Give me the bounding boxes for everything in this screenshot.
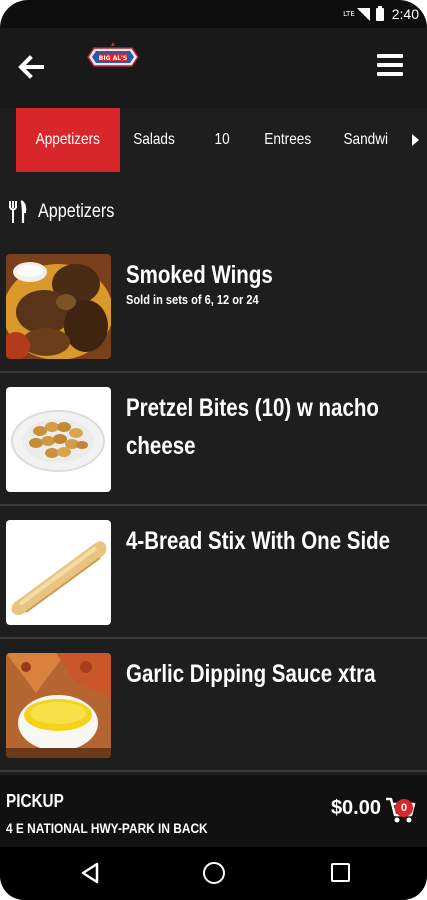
menu-item-garlic-sauce[interactable]: Garlic Dipping Sauce xtra [0, 639, 427, 772]
cart-count-badge: 0 [395, 799, 413, 817]
battery-icon [375, 5, 384, 21]
hamburger-menu-icon [377, 54, 403, 58]
menu-button[interactable] [377, 54, 403, 78]
back-button[interactable] [14, 50, 48, 84]
pickup-address: 4 E NATIONAL HWY-PARK IN BACK [6, 820, 208, 836]
fork-knife-icon [9, 200, 27, 223]
pretzel-bites-photo [6, 387, 111, 492]
arrow-left-icon [18, 55, 44, 79]
clock: 2:40 [391, 6, 419, 22]
nav-back-icon[interactable] [80, 862, 100, 884]
garlic-sauce-photo [6, 653, 111, 758]
phone-screen: LTE 2:40 BIG AL'S Appetizers Salads 10 E… [0, 0, 427, 900]
menu-item-smoked-wings[interactable]: Smoked Wings Sold in sets of 6, 12 or 24 [0, 240, 427, 373]
signal-icon [356, 7, 370, 21]
item-title: 4-Bread Stix With One Side [126, 527, 391, 555]
network-type: LTE [343, 10, 355, 18]
menu-item-pretzel-bites[interactable]: Pretzel Bites (10) w nacho cheese [0, 373, 427, 506]
phone-corner [0, 876, 24, 900]
tab-salads[interactable]: Salads [120, 108, 188, 172]
item-title: Garlic Dipping Sauce xtra [126, 660, 376, 688]
app-header: BIG AL'S [0, 28, 427, 108]
item-description: Sold in sets of 6, 12 or 24 [126, 292, 259, 307]
pickup-footer[interactable]: PICKUP 4 E NATIONAL HWY-PARK IN BACK $0.… [0, 775, 427, 847]
menu-item-list: Smoked Wings Sold in sets of 6, 12 or 24 [0, 240, 427, 772]
tab-entrees[interactable]: Entrees [252, 108, 323, 172]
item-title: Pretzel Bites (10) w nacho cheese [126, 394, 379, 460]
breadstick-photo [6, 520, 111, 625]
cart-total: $0.00 [330, 797, 381, 819]
restaurant-logo[interactable]: BIG AL'S [86, 40, 140, 74]
android-nav-bar [0, 847, 427, 900]
menu-item-bread-stix[interactable]: 4-Bread Stix With One Side [0, 506, 427, 639]
status-bar: LTE 2:40 [0, 0, 427, 28]
section-heading: Appetizers [8, 196, 128, 228]
item-title: Smoked Wings [126, 261, 273, 289]
logo-text: BIG AL'S [99, 55, 127, 62]
wings-photo [6, 254, 111, 359]
nav-home-icon[interactable] [203, 862, 225, 884]
nav-recents-icon[interactable] [331, 863, 350, 882]
phone-corner [403, 876, 427, 900]
chevron-right-icon[interactable] [412, 134, 419, 146]
tab-appetizers[interactable]: Appetizers [16, 108, 120, 172]
tab-sandwiches[interactable]: Sandwi [336, 108, 396, 172]
order-mode: PICKUP [6, 791, 64, 811]
tab-10[interactable]: 10 [200, 108, 244, 172]
logo-icon: BIG AL'S [87, 42, 139, 67]
category-tabs: Appetizers Salads 10 Entrees Sandwi [0, 108, 427, 172]
